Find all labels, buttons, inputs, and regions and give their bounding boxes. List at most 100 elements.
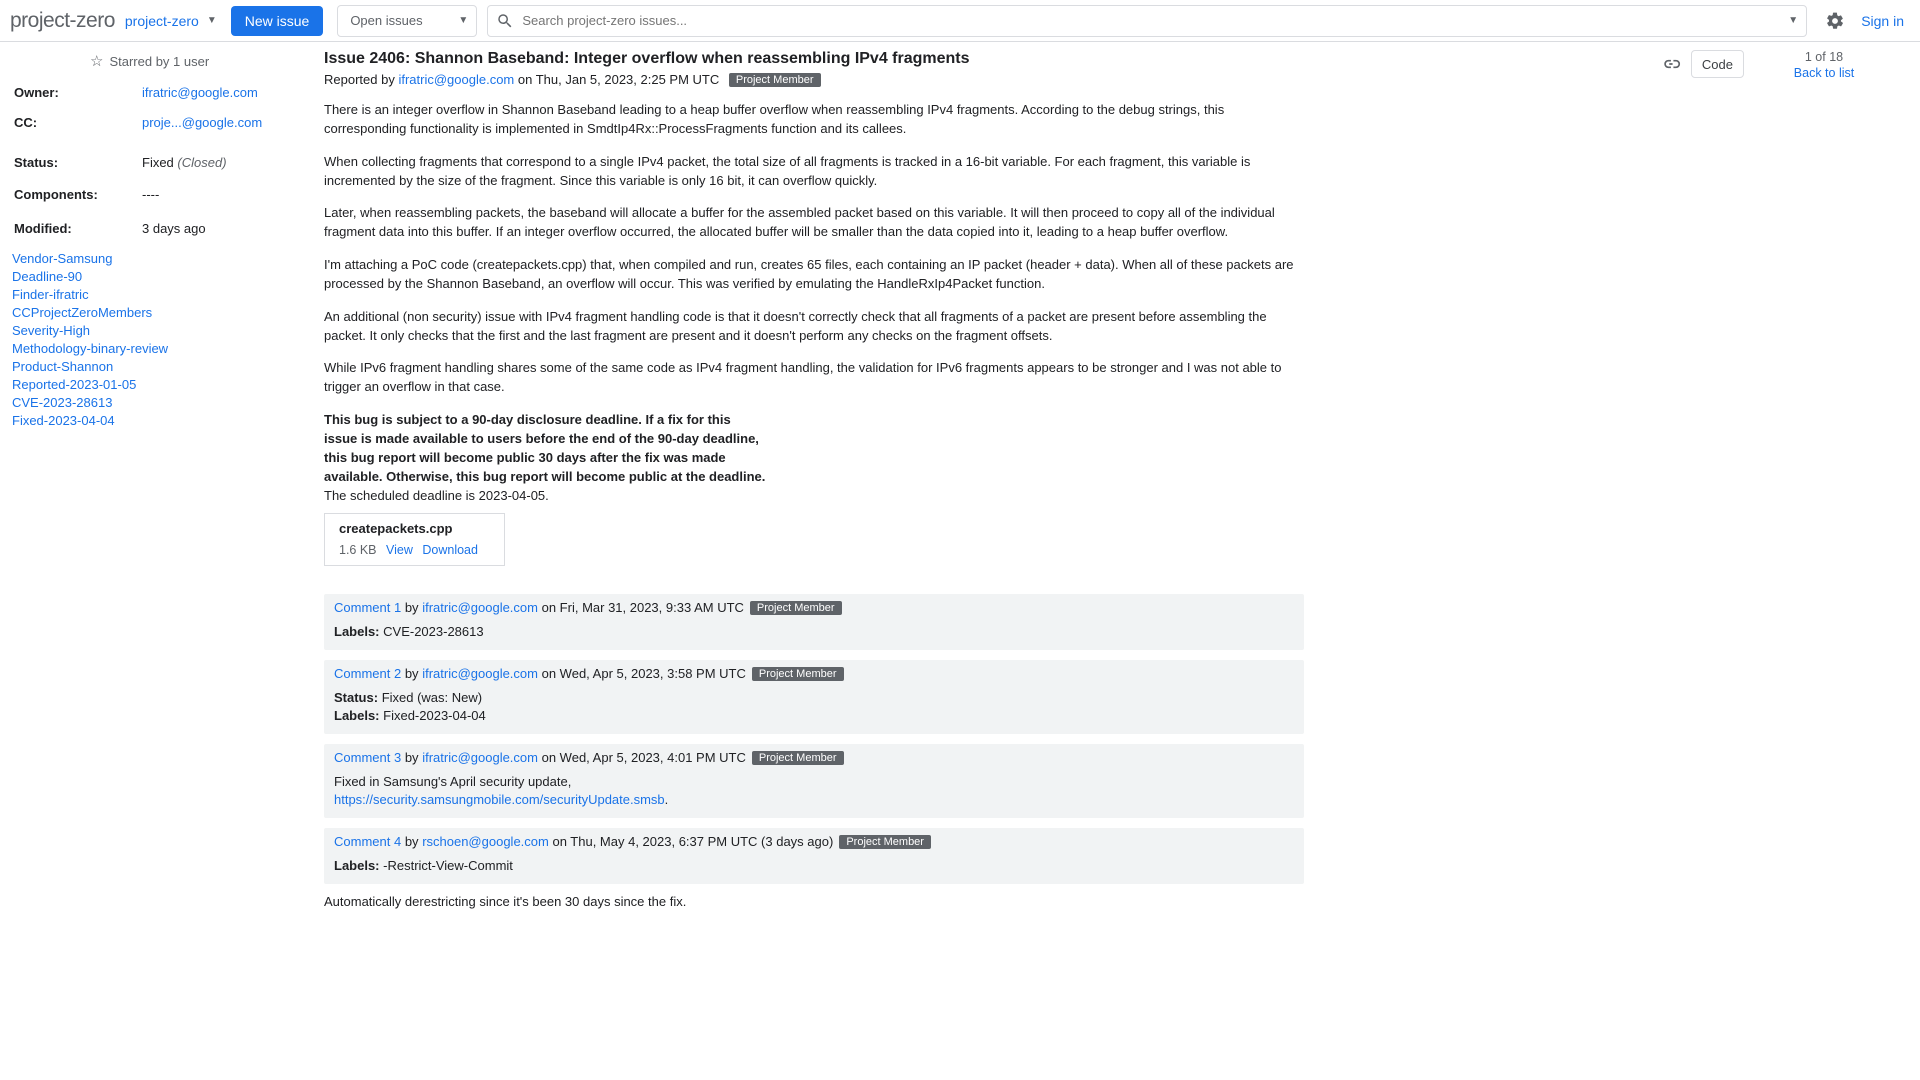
attachment-view-link[interactable]: View <box>386 543 413 557</box>
deadline-b2: issue is made available to users before … <box>324 431 759 446</box>
modified-value: 3 days ago <box>142 207 262 239</box>
label-link[interactable]: Severity-High <box>12 323 302 338</box>
comment-anchor[interactable]: Comment 1 <box>334 600 401 615</box>
desc-p4: I'm attaching a PoC code (createpackets.… <box>324 256 1304 294</box>
attachment-name: createpackets.cpp <box>339 520 478 539</box>
project-member-badge: Project Member <box>752 667 844 681</box>
search-icon <box>496 12 514 30</box>
comment-anchor[interactable]: Comment 3 <box>334 750 401 765</box>
new-issue-button[interactable]: New issue <box>231 6 324 36</box>
kv-key: Labels: <box>334 624 380 639</box>
labels-list: Vendor-Samsung Deadline-90 Finder-ifratric… <box>12 251 302 428</box>
comment-header: Comment 2 by ifratric@google.com on Wed,… <box>324 660 1304 687</box>
code-button[interactable]: Code <box>1691 50 1744 78</box>
topbar: project-zero project-zero ▼ New issue Op… <box>0 0 1920 42</box>
desc-p2: When collecting fragments that correspon… <box>324 153 1304 191</box>
chevron-down-icon: ▼ <box>458 15 468 26</box>
comment-link-row: https://security.samsungmobile.com/secur… <box>334 792 1294 807</box>
comment-body: Status: Fixed (was: New) Labels: Fixed-20… <box>324 690 1304 734</box>
comment-date: on Thu, May 4, 2023, 6:37 PM UTC (3 days… <box>552 834 833 849</box>
chevron-down-icon[interactable]: ▼ <box>207 15 217 26</box>
comment-date: on Wed, Apr 5, 2023, 4:01 PM UTC <box>542 750 746 765</box>
pagination-nav: 1 of 18 Back to list <box>1764 50 1884 80</box>
by-word: by <box>405 834 419 849</box>
status-value: Fixed <box>142 155 174 170</box>
site-logo: project-zero <box>10 9 115 33</box>
desc-p5: An additional (non security) issue with … <box>324 308 1304 346</box>
comment: Comment 2 by ifratric@google.com on Wed,… <box>324 660 1304 734</box>
label-link[interactable]: CCProjectZeroMembers <box>12 305 302 320</box>
comment-body: Labels: -Restrict-View-Commit <box>324 858 1304 884</box>
kv-key: Status: <box>334 690 378 705</box>
label-link[interactable]: Finder-ifratric <box>12 287 302 302</box>
project-member-badge: Project Member <box>729 73 821 87</box>
comment-header: Comment 4 by rschoen@google.com on Thu, … <box>324 828 1304 855</box>
kv-value: -Restrict-View-Commit <box>383 858 513 873</box>
desc-p1: There is an integer overflow in Shannon … <box>324 101 1304 139</box>
comment-body: Labels: CVE-2023-28613 <box>324 624 1304 650</box>
comment-author[interactable]: ifratric@google.com <box>422 600 538 615</box>
by-word: by <box>405 666 419 681</box>
main-content: 1 of 18 Back to list Issue 2406: Shannon… <box>312 42 1920 955</box>
comment-author[interactable]: ifratric@google.com <box>422 666 538 681</box>
issue-actions: Code <box>1657 50 1744 78</box>
comment-body: Fixed in Samsung's April security update… <box>324 774 1304 818</box>
search-box[interactable]: ▼ <box>487 5 1807 37</box>
back-to-list-link[interactable]: Back to list <box>1794 66 1854 80</box>
label-link[interactable]: CVE-2023-28613 <box>12 395 302 410</box>
kv-key: Labels: <box>334 708 380 723</box>
cc-value[interactable]: proje...@google.com <box>142 115 262 130</box>
comment: Comment 4 by rschoen@google.com on Thu, … <box>324 828 1304 884</box>
label-link[interactable]: Fixed-2023-04-04 <box>12 413 302 428</box>
issue-title: Issue 2406: Shannon Baseband: Integer ov… <box>324 50 1657 68</box>
punct: . <box>665 792 669 807</box>
attachment: createpackets.cpp 1.6 KB View Download <box>324 513 505 566</box>
comment-header: Comment 1 by ifratric@google.com on Fri,… <box>324 594 1304 621</box>
comment-text: Fixed in Samsung's April security update… <box>334 774 1294 789</box>
comment: Comment 3 by ifratric@google.com on Wed,… <box>324 744 1304 818</box>
kv-value: Fixed (was: New) <box>382 690 482 705</box>
scope-select[interactable]: Open issues ▼ <box>337 5 477 37</box>
chevron-down-icon[interactable]: ▼ <box>1788 15 1798 26</box>
comment-kv-row: Labels: Fixed-2023-04-04 <box>334 708 1294 723</box>
deadline-b4: available. Otherwise, this bug report wi… <box>324 469 765 484</box>
deadline-b3: this bug report will become public 30 da… <box>324 450 726 465</box>
star-row: ☆ Starred by 1 user <box>90 52 302 70</box>
pagination-count: 1 of 18 <box>1764 50 1884 64</box>
issue-byline: Reported by ifratric@google.com on Thu, … <box>324 72 1657 87</box>
desc-p3: Later, when reassembling packets, the ba… <box>324 204 1304 242</box>
label-link[interactable]: Deadline-90 <box>12 269 302 284</box>
project-crumb[interactable]: project-zero <box>125 13 199 29</box>
sign-in-link[interactable]: Sign in <box>1861 13 1904 29</box>
label-link[interactable]: Reported-2023-01-05 <box>12 377 302 392</box>
sidebar: ☆ Starred by 1 user Owner: ifratric@goog… <box>0 42 312 955</box>
comment-author[interactable]: rschoen@google.com <box>422 834 549 849</box>
reported-by-prefix: Reported by <box>324 72 395 87</box>
deadline-b1: This bug is subject to a 90-day disclosu… <box>324 412 731 427</box>
link-icon[interactable] <box>1657 50 1685 78</box>
comment-date: on Fri, Mar 31, 2023, 9:33 AM UTC <box>542 600 744 615</box>
reporter-link[interactable]: ifratric@google.com <box>398 72 514 87</box>
external-link[interactable]: https://security.samsungmobile.com/secur… <box>334 792 665 807</box>
scope-label: Open issues <box>350 13 422 28</box>
comment-anchor[interactable]: Comment 4 <box>334 834 401 849</box>
search-input[interactable] <box>522 13 1780 28</box>
issue-meta-table: Owner: ifratric@google.com CC: proje...@… <box>12 80 264 241</box>
project-member-badge: Project Member <box>750 601 842 615</box>
comment-kv-row: Labels: -Restrict-View-Commit <box>334 858 1294 873</box>
attachment-size: 1.6 KB <box>339 543 377 557</box>
comment-anchor[interactable]: Comment 2 <box>334 666 401 681</box>
label-link[interactable]: Vendor-Samsung <box>12 251 302 266</box>
comment-kv-row: Labels: CVE-2023-28613 <box>334 624 1294 639</box>
by-word: by <box>405 600 419 615</box>
comments-list: Comment 1 by ifratric@google.com on Fri,… <box>324 594 1884 909</box>
gear-icon[interactable] <box>1825 11 1845 31</box>
desc-p6: While IPv6 fragment handling shares some… <box>324 359 1304 397</box>
label-link[interactable]: Product-Shannon <box>12 359 302 374</box>
label-link[interactable]: Methodology-binary-review <box>12 341 302 356</box>
attachment-download-link[interactable]: Download <box>422 543 478 557</box>
comment-author[interactable]: ifratric@google.com <box>422 750 538 765</box>
components-value: ---- <box>142 175 262 205</box>
star-outline-icon[interactable]: ☆ <box>90 52 103 70</box>
owner-value[interactable]: ifratric@google.com <box>142 85 258 100</box>
